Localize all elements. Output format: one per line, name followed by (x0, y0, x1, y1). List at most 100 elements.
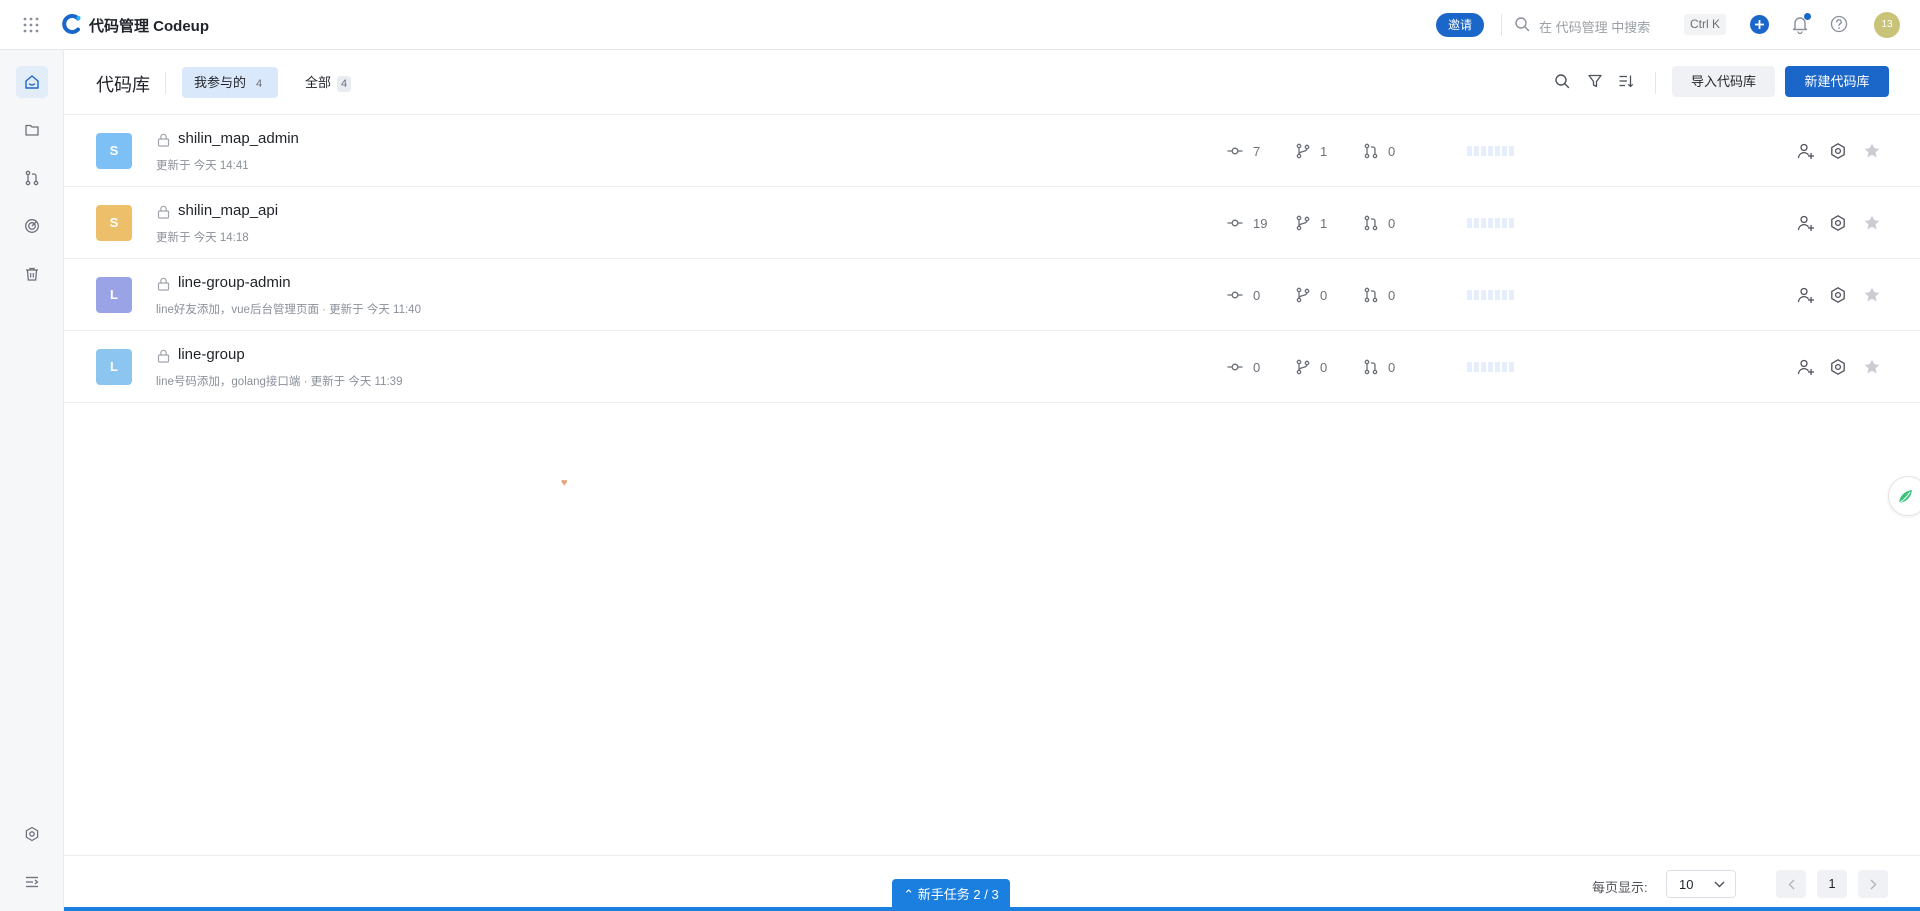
page-size-select[interactable]: 10 (1666, 870, 1736, 898)
next-page-button[interactable] (1858, 870, 1888, 898)
onboarding-tasks-button[interactable]: ⌃ 新手任务 2 / 3 (892, 879, 1010, 910)
branch-count: 1 (1320, 144, 1328, 159)
activity-sparkline (1467, 290, 1515, 300)
commit-stat: 7 (1227, 143, 1272, 159)
repo-meta: line好友添加，vue后台管理页面 · 更新于 今天 11:40 (156, 304, 421, 316)
merge-request-stat: 0 (1363, 359, 1403, 375)
commit-count: 0 (1253, 288, 1261, 303)
codeup-logo-icon[interactable] (61, 13, 83, 35)
repo-row[interactable]: Lline-group-admin line好友添加，vue后台管理页面 · 更新… (64, 259, 1920, 331)
add-member-icon[interactable] (1797, 286, 1815, 304)
star-icon[interactable] (1863, 214, 1881, 232)
tab-count: 4 (256, 77, 263, 90)
page-title: 代码库 (96, 75, 150, 95)
merge-request-count: 0 (1388, 216, 1396, 231)
app-title[interactable]: 代码管理 Codeup (89, 15, 209, 36)
repo-settings-icon[interactable] (1829, 214, 1847, 232)
add-member-icon[interactable] (1797, 142, 1815, 160)
notification-dot (1804, 13, 1811, 20)
folder-icon (25, 124, 39, 136)
page-number-button[interactable]: 1 (1817, 870, 1847, 898)
tab-label: 我参与的 (194, 75, 247, 90)
home-icon (25, 75, 39, 89)
add-member-icon[interactable] (1797, 214, 1815, 232)
onboarding-tasks-label: 新手任务 2 / 3 (917, 887, 999, 902)
repo-name-link[interactable]: shilin_map_api (178, 202, 278, 219)
commit-stat: 0 (1227, 359, 1272, 375)
tab-label: 全部 (305, 75, 332, 90)
invite-button[interactable]: 邀请 (1436, 13, 1484, 37)
branch-count: 0 (1320, 288, 1328, 303)
tab-count: 4 (337, 75, 352, 92)
repo-meta: line号码添加，golang接口端 · 更新于 今天 11:39 (156, 376, 403, 388)
chevron-right-icon (1870, 879, 1876, 890)
repo-meta: 更新于 今天 14:18 (156, 232, 249, 244)
sidebar-item-home[interactable] (16, 66, 48, 98)
divider (1501, 14, 1502, 36)
collapse-menu-icon (26, 876, 39, 888)
help-icon[interactable] (1830, 15, 1848, 33)
tab-participated[interactable]: 我参与的 4 (182, 67, 279, 98)
filter-icon[interactable] (1587, 73, 1603, 89)
merge-request-stat: 0 (1363, 215, 1403, 231)
repo-name-link[interactable]: line-group-admin (178, 274, 291, 291)
merge-request-count: 0 (1388, 288, 1396, 303)
search-icon (1515, 17, 1530, 32)
repo-settings-icon[interactable] (1829, 286, 1847, 304)
page-size-label: 每页显示: (1592, 880, 1648, 895)
add-member-icon[interactable] (1797, 358, 1815, 376)
create-plus-icon[interactable] (1750, 15, 1769, 34)
global-search[interactable]: 在 代码管理 中搜索 Ctrl K (1512, 12, 1730, 38)
commit-stat: 19 (1227, 215, 1272, 231)
branch-stat: 0 (1295, 287, 1335, 303)
sidebar-item-merge-requests[interactable] (16, 162, 48, 194)
sidebar-item-settings[interactable] (16, 818, 48, 850)
prev-page-button[interactable] (1776, 870, 1806, 898)
repo-name-link[interactable]: shilin_map_admin (178, 130, 299, 147)
star-icon[interactable] (1863, 286, 1881, 304)
repo-settings-icon[interactable] (1829, 358, 1847, 376)
settings-icon (25, 826, 39, 842)
import-repo-button[interactable]: 导入代码库 (1672, 66, 1775, 97)
divider (1655, 72, 1656, 94)
sidebar (0, 50, 64, 911)
lock-icon (157, 205, 170, 219)
sidebar-item-insights[interactable] (16, 210, 48, 242)
repo-name-link[interactable]: line-group (178, 346, 245, 363)
activity-sparkline (1467, 218, 1515, 228)
repo-avatar: L (96, 349, 132, 385)
top-bar: 代码管理 Codeup 邀请 在 代码管理 中搜索 Ctrl K 13 (0, 0, 1920, 50)
tab-all[interactable]: 全部 4 (293, 67, 363, 98)
lock-icon (157, 277, 170, 291)
repo-row[interactable]: Sshilin_map_api 更新于 今天 14:18 19 1 0 (64, 187, 1920, 259)
user-avatar[interactable]: 13 (1874, 12, 1900, 38)
search-repos-icon[interactable] (1554, 73, 1570, 89)
star-icon[interactable] (1863, 358, 1881, 376)
activity-sparkline (1467, 146, 1515, 156)
repo-row[interactable]: Lline-group line号码添加，golang接口端 · 更新于 今天 1… (64, 331, 1920, 403)
merge-request-count: 0 (1388, 360, 1396, 375)
app-grid-icon[interactable] (22, 16, 40, 34)
heart-icon: ♥ (561, 477, 568, 489)
sidebar-item-folders[interactable] (16, 114, 48, 146)
branch-stat: 0 (1295, 359, 1335, 375)
commit-count: 0 (1253, 360, 1261, 375)
commit-count: 19 (1253, 216, 1268, 231)
sidebar-item-recycle-bin[interactable] (16, 258, 48, 290)
chevron-up-icon: ⌃ (903, 887, 915, 902)
sidebar-collapse-toggle[interactable] (16, 866, 48, 898)
repo-avatar: S (96, 133, 132, 169)
repo-avatar: S (96, 205, 132, 241)
star-icon[interactable] (1863, 142, 1881, 160)
branch-stat: 1 (1295, 215, 1335, 231)
commit-count: 7 (1253, 144, 1261, 159)
floating-assistant-icon[interactable] (1888, 476, 1920, 516)
sort-icon[interactable] (1618, 73, 1634, 89)
repo-settings-icon[interactable] (1829, 142, 1847, 160)
lock-icon (157, 349, 170, 363)
activity-sparkline (1467, 362, 1515, 372)
repo-row[interactable]: Sshilin_map_admin 更新于 今天 14:41 7 1 0 (64, 115, 1920, 187)
chevron-down-icon (1714, 881, 1725, 888)
repo-avatar: L (96, 277, 132, 313)
new-repo-button[interactable]: 新建代码库 (1785, 66, 1889, 97)
